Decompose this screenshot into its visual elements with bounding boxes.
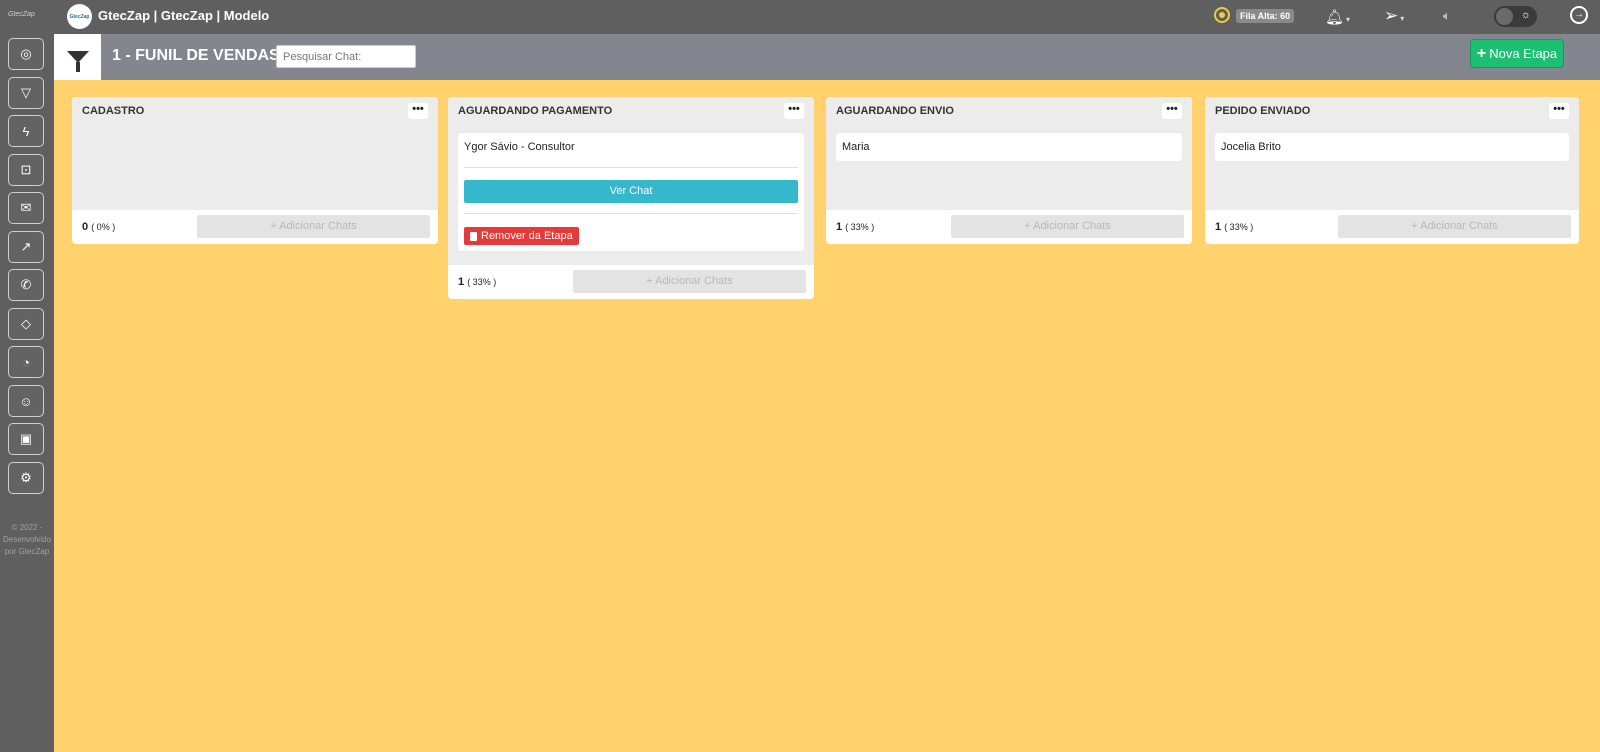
more-options-button[interactable]: ••• (1549, 103, 1569, 119)
search-input[interactable] (276, 45, 416, 68)
gauge-icon: ◔ (22, 354, 30, 370)
column-title: AGUARDANDO ENVIO (836, 105, 954, 117)
phone-icon: ✆ (20, 277, 32, 292)
top-bar: GtecZap GtecZap GtecZap | GtecZap | Mode… (0, 0, 1600, 34)
count-value: 1 (1215, 221, 1222, 233)
lightning-icon: ϟ (22, 123, 30, 139)
stage-column: AGUARDANDO PAGAMENTO ••• Ygor Sávio - Co… (448, 97, 814, 299)
sidebar-item-image[interactable]: ▣ (8, 423, 44, 455)
chat-card[interactable]: Jocelia Brito (1215, 133, 1569, 161)
column-body: AGUARDANDO PAGAMENTO ••• Ygor Sávio - Co… (448, 97, 814, 265)
sidebar-item-chat[interactable]: ◎ (8, 38, 44, 70)
page-title: 1 - FUNIL DE VENDAS (112, 47, 280, 64)
plus-icon: + (1476, 44, 1487, 62)
add-chats-button[interactable]: + Adicionar Chats (197, 215, 430, 238)
column-body: PEDIDO ENVIADO ••• Jocelia Brito (1205, 97, 1579, 210)
sun-icon: ☼ (1520, 9, 1531, 21)
sidebar-item-phone[interactable]: ✆ (8, 269, 44, 301)
count-value: 0 (82, 221, 89, 233)
side-logo: GtecZap (8, 11, 35, 18)
tag-icon: ◇ (21, 316, 31, 331)
app-title: GtecZap | GtecZap | Modelo (98, 8, 270, 23)
remove-stage-label: Remover da Etapa (481, 230, 573, 242)
card-contact-name: Jocelia Brito (1221, 141, 1281, 153)
column-body: CADASTRO ••• (72, 97, 438, 210)
sidebar-item-tag[interactable]: ◇ (8, 308, 44, 340)
column-footer: 1 ( 33% ) + Adicionar Chats (826, 210, 1192, 244)
gear-icon: ⚙ (20, 470, 32, 485)
sidebar-item-mail[interactable]: ✉ (8, 192, 44, 224)
more-options-button[interactable]: ••• (1162, 103, 1182, 119)
add-chats-button[interactable]: + Adicionar Chats (1338, 215, 1571, 238)
footer-line: por GtecZap (4, 547, 50, 556)
chat-card[interactable]: Maria (836, 133, 1182, 161)
chat-icon: ◎ (20, 46, 32, 61)
count-percent: ( 33% ) (845, 222, 875, 232)
user-icon: ☺ (19, 393, 33, 409)
card-contact-name: Maria (842, 141, 870, 153)
column-count: 0 ( 0% ) (82, 221, 115, 233)
sidebar-item-user[interactable]: ☺ (8, 385, 44, 417)
sidebar-item-funnel[interactable]: ▽ (8, 77, 44, 109)
column-count: 1 ( 33% ) (1215, 221, 1253, 233)
sidebar-item-robot[interactable]: ⊡ (8, 154, 44, 186)
funnel-icon: ▽ (21, 85, 31, 100)
chart-icon: ↗ (20, 239, 32, 254)
stage-column: CADASTRO ••• 0 ( 0% ) + Adicionar Chats (72, 97, 438, 244)
count-value: 1 (458, 276, 465, 288)
whatsapp-icon[interactable] (1214, 7, 1230, 23)
brand-logo: GtecZap (67, 4, 92, 29)
column-title: CADASTRO (82, 105, 145, 117)
queue-badge: Fila Alta: 60 (1236, 9, 1295, 23)
column-body: AGUARDANDO ENVIO ••• Maria (826, 97, 1192, 210)
sidebar-item-gauge[interactable]: ◔ (8, 346, 44, 378)
new-stage-button[interactable]: + Nova Etapa (1470, 39, 1564, 68)
column-footer: 1 ( 33% ) + Adicionar Chats (448, 265, 814, 299)
more-options-button[interactable]: ••• (784, 103, 804, 119)
count-percent: ( 33% ) (467, 277, 497, 287)
count-value: 1 (836, 221, 843, 233)
image-icon: ▣ (19, 431, 33, 446)
column-title: PEDIDO ENVIADO (1215, 105, 1311, 117)
count-percent: ( 33% ) (1224, 222, 1254, 232)
add-chats-button[interactable]: + Adicionar Chats (951, 215, 1184, 238)
divider (464, 213, 798, 214)
chevron-down-icon: ▾ (1400, 14, 1405, 23)
view-chat-button[interactable]: Ver Chat (464, 180, 798, 203)
trash-icon (470, 231, 477, 241)
column-title: AGUARDANDO PAGAMENTO (458, 105, 613, 117)
card-contact-name: Ygor Sávio - Consultor (464, 139, 798, 168)
new-stage-label: Nova Etapa (1489, 46, 1558, 61)
chat-card: Ygor Sávio - Consultor Ver Chat Remover … (458, 133, 804, 251)
mail-icon: ✉ (20, 200, 32, 215)
sidebar-footer: © 2022 - Desenvolvido por GtecZap (0, 522, 54, 558)
column-footer: 0 ( 0% ) + Adicionar Chats (72, 210, 438, 244)
sidebar-item-chart[interactable]: ↗ (8, 231, 44, 263)
robot-icon: ⊡ (20, 162, 32, 177)
sidebar-item-lightning[interactable]: ϟ (8, 115, 44, 147)
funnel-header: 1 - FUNIL DE VENDAS + Nova Etapa (54, 34, 1600, 80)
send-icon[interactable]: ➢ ▾ (1384, 6, 1404, 26)
logout-icon[interactable]: → (1570, 6, 1588, 24)
column-count: 1 ( 33% ) (458, 276, 496, 288)
more-options-button[interactable]: ••• (408, 103, 428, 119)
sound-icon[interactable]: 🔈︎ (1443, 8, 1451, 24)
stage-column: AGUARDANDO ENVIO ••• Maria 1 ( 33% ) + A… (826, 97, 1192, 244)
toggle-knob (1496, 8, 1513, 25)
count-percent: ( 0% ) (91, 222, 116, 232)
sidebar: ◎ ▽ ϟ ⊡ ✉ ↗ ✆ ◇ ◔ ☺ ▣ ⚙ © 2022 - Desenvo… (0, 34, 54, 752)
column-count: 1 ( 33% ) (836, 221, 874, 233)
column-footer: 1 ( 33% ) + Adicionar Chats (1205, 210, 1579, 244)
sidebar-item-settings[interactable]: ⚙ (8, 462, 44, 494)
remove-stage-button[interactable]: Remover da Etapa (464, 227, 579, 245)
bell-icon[interactable]: 🔔︎ ▾ (1325, 8, 1350, 26)
stage-column: PEDIDO ENVIADO ••• Jocelia Brito 1 ( 33%… (1205, 97, 1579, 244)
add-chats-button[interactable]: + Adicionar Chats (573, 270, 806, 293)
footer-line: © 2022 - (11, 523, 43, 532)
filter-button[interactable] (54, 34, 101, 80)
theme-toggle[interactable]: ☼ (1494, 6, 1537, 27)
funnel-icon (66, 51, 89, 72)
footer-line: Desenvolvido (2, 535, 52, 544)
chevron-down-icon: ▾ (1346, 15, 1351, 24)
